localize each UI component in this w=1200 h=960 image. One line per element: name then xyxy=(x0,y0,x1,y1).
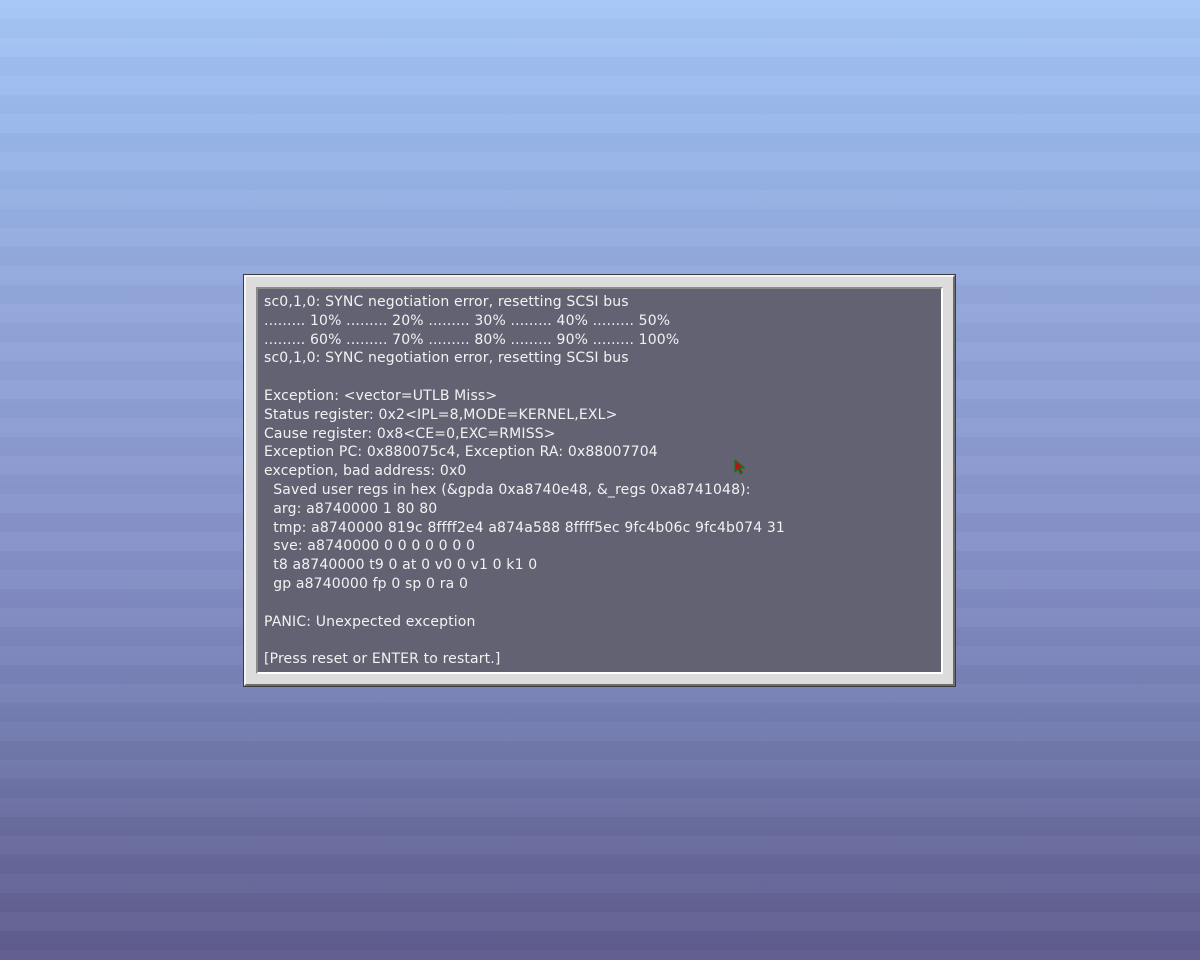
console-screen[interactable]: sc0,1,0: SYNC negotiation error, resetti… xyxy=(256,287,943,674)
console-line-cause-register: Cause register: 0x8<CE=0,EXC=RMISS> xyxy=(264,425,556,442)
console-line-panic: PANIC: Unexpected exception xyxy=(264,613,476,630)
console-line-bad-address: exception, bad address: 0x0 xyxy=(264,463,467,480)
console-line-restart-prompt: [Press reset or ENTER to restart.] xyxy=(264,651,501,668)
console-line-scsi-error-2: sc0,1,0: SYNC negotiation error, resetti… xyxy=(264,350,629,367)
console-line-gp-regs: gp a8740000 fp 0 sp 0 ra 0 xyxy=(264,575,469,592)
arrow-pointer-icon xyxy=(734,459,746,475)
console-line-scsi-error-1: sc0,1,0: SYNC negotiation error, resetti… xyxy=(264,294,629,310)
console-line-status-register: Status register: 0x2<IPL=8,MODE=KERNEL,E… xyxy=(264,406,618,423)
console-line-exception: Exception: <vector=UTLB Miss> xyxy=(264,387,498,404)
console-line-progress-1: ......... 10% ......... 20% ......... 30… xyxy=(264,312,671,329)
console-line-saved-regs: Saved user regs in hex (&gpda 0xa8740e48… xyxy=(264,481,751,498)
console-line-sve-regs: sve: a8740000 0 0 0 0 0 0 0 xyxy=(264,538,476,555)
console-window: sc0,1,0: SYNC negotiation error, resetti… xyxy=(244,275,955,686)
console-line-tmp-regs: tmp: a8740000 819c 8ffff2e4 a874a588 8ff… xyxy=(264,519,785,536)
console-line-arg-regs: arg: a8740000 1 80 80 xyxy=(264,500,438,517)
console-line-t8-regs: t8 a8740000 t9 0 at 0 v0 0 v1 0 k1 0 xyxy=(264,557,538,574)
console-line-exception-pc: Exception PC: 0x880075c4, Exception RA: … xyxy=(264,444,658,461)
console-line-progress-2: ......... 60% ......... 70% ......... 80… xyxy=(264,331,680,348)
